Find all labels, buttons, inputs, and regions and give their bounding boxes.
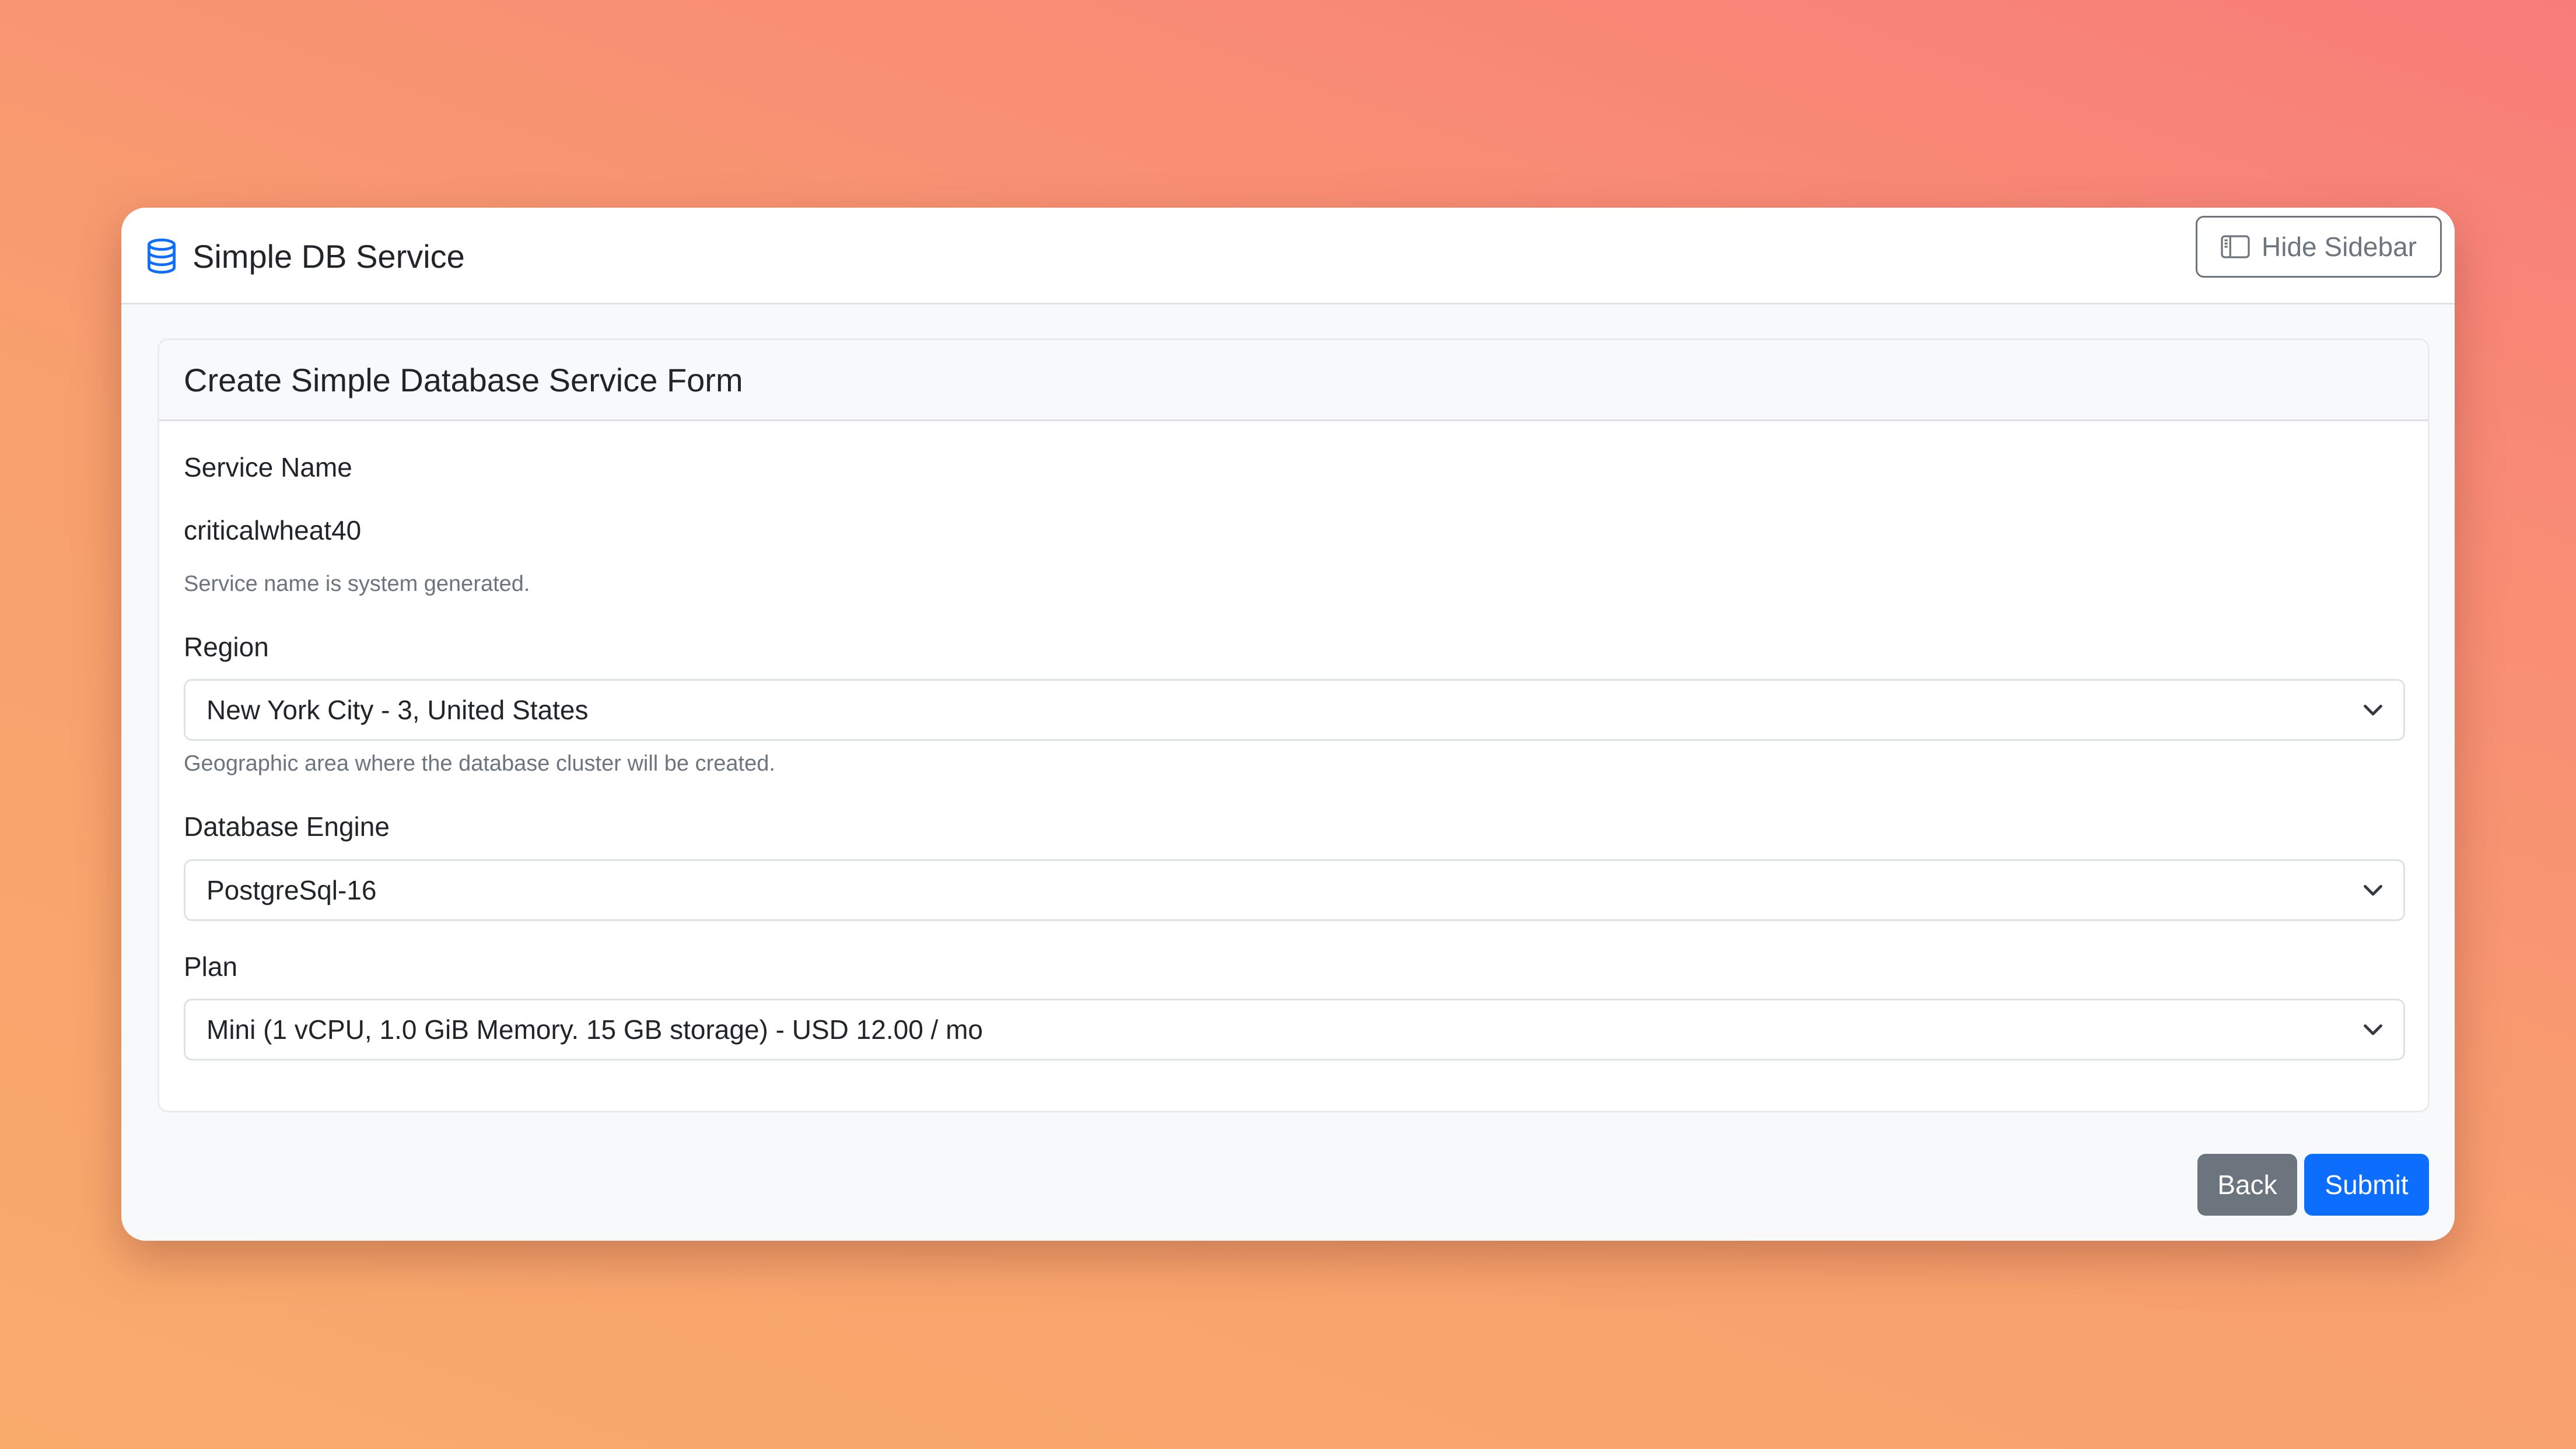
hide-sidebar-button[interactable]: Hide Sidebar — [2196, 216, 2442, 278]
form-header: Create Simple Database Service Form — [159, 340, 2428, 421]
back-button[interactable]: Back — [2197, 1154, 2297, 1216]
app-title: Simple DB Service — [192, 237, 465, 275]
region-label: Region — [184, 632, 269, 662]
chevron-down-icon — [2364, 1024, 2382, 1035]
submit-button[interactable]: Submit — [2304, 1154, 2429, 1216]
database-engine-label: Database Engine — [184, 811, 390, 842]
plan-select[interactable]: Mini (1 vCPU, 1.0 GiB Memory. 15 GB stor… — [184, 999, 2405, 1060]
database-icon — [148, 238, 176, 274]
database-engine-select[interactable]: PostgreSql-16 — [184, 859, 2405, 921]
region-help: Geographic area where the database clust… — [184, 751, 775, 776]
plan-label: Plan — [184, 951, 238, 982]
service-name-help: Service name is system generated. — [184, 572, 530, 596]
hide-sidebar-label: Hide Sidebar — [2262, 232, 2417, 262]
plan-selected-value: Mini (1 vCPU, 1.0 GiB Memory. 15 GB stor… — [206, 1014, 984, 1045]
app-window: Simple DB Service Hide Sidebar Create Si… — [121, 208, 2455, 1241]
chevron-down-icon — [2364, 705, 2382, 716]
create-service-form-card: Create Simple Database Service Form Serv… — [158, 338, 2430, 1112]
region-select[interactable]: New York City - 3, United States — [184, 679, 2405, 741]
brand: Simple DB Service — [146, 208, 465, 304]
service-name-value: criticalwheat40 — [184, 515, 362, 545]
service-name-label: Service Name — [184, 452, 352, 482]
chevron-down-icon — [2364, 885, 2382, 896]
region-selected-value: New York City - 3, United States — [206, 695, 589, 725]
form-title: Create Simple Database Service Form — [184, 361, 743, 398]
top-navbar: Simple DB Service Hide Sidebar — [121, 208, 2455, 304]
sidebar-icon — [2221, 235, 2250, 258]
database-engine-selected-value: PostgreSql-16 — [206, 875, 377, 905]
